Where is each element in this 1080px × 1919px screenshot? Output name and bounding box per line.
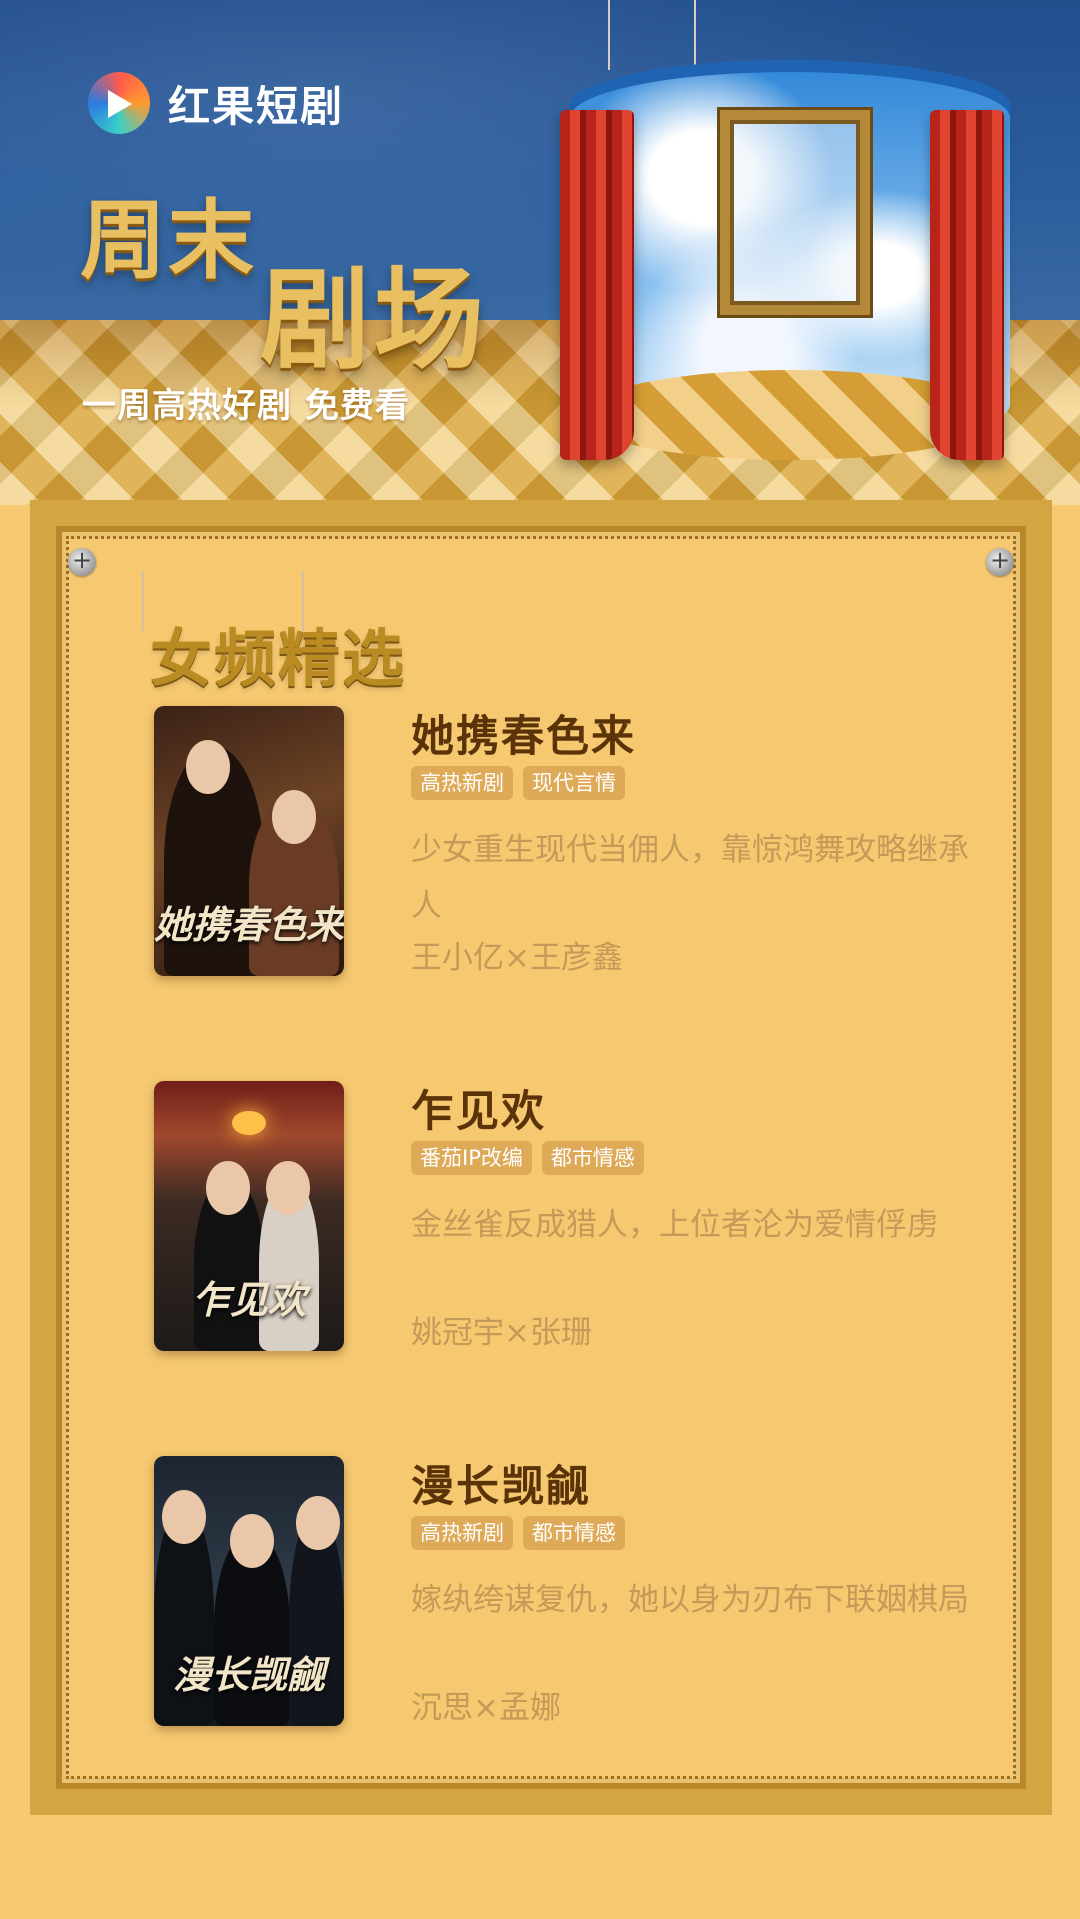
drama-cast: 王小亿×王彦鑫	[411, 940, 623, 976]
section-title: 女频精选	[150, 622, 407, 695]
hero-title-part1: 周末	[80, 190, 256, 291]
hanging-wire	[608, 0, 610, 70]
drama-tags: 番茄IP改编 都市情感	[411, 1141, 644, 1175]
poster-face	[186, 740, 230, 794]
poster-title: 乍见欢	[191, 1277, 306, 1323]
poster-face	[266, 1161, 310, 1215]
drama-tag: 现代言情	[523, 766, 625, 800]
drama-tag: 高热新剧	[411, 766, 513, 800]
drama-tag: 都市情感	[523, 1516, 625, 1550]
drama-poster[interactable]: 她携春色来	[154, 706, 344, 976]
picture-frame	[720, 110, 870, 315]
hero-banner: 红果短剧 周末 剧场 一周高热好剧 免费看	[0, 0, 1080, 505]
hero-subtitle: 一周高热好剧 免费看	[82, 386, 410, 426]
poster-light	[232, 1111, 266, 1135]
poster-face	[162, 1490, 206, 1544]
drama-description: 金丝雀反成猎人，上位者沦为爱情俘虏	[411, 1207, 938, 1243]
drama-list-panel: 女频精选 她携春色来 她携春色来 高热新剧 现代言情 少女重生现代当佣人，靠惊鸿…	[30, 500, 1052, 1815]
drama-card[interactable]: 她携春色来 她携春色来 高热新剧 现代言情 少女重生现代当佣人，靠惊鸿舞攻略继承…	[154, 706, 974, 981]
drama-description: 嫁纨绔谋复仇，她以身为刃布下联姻棋局	[411, 1582, 969, 1618]
drama-card[interactable]: 漫长觊觎 漫长觊觎 高热新剧 都市情感 嫁纨绔谋复仇，她以身为刃布下联姻棋局 沉…	[154, 1456, 974, 1731]
brand-logo[interactable]: 红果短剧	[88, 72, 344, 134]
drama-cast: 沉思×孟娜	[411, 1690, 561, 1726]
drama-card[interactable]: 乍见欢 乍见欢 番茄IP改编 都市情感 金丝雀反成猎人，上位者沦为爱情俘虏 姚冠…	[154, 1081, 974, 1356]
poster-title: 漫长觊觎	[172, 1652, 325, 1698]
red-curtain-left	[560, 110, 634, 460]
drama-poster[interactable]: 漫长觊觎	[154, 1456, 344, 1726]
stage-illustration	[560, 0, 1020, 470]
drama-title[interactable]: 她携春色来	[411, 702, 636, 764]
screw-icon	[68, 546, 96, 576]
drama-tags: 高热新剧 都市情感	[411, 1516, 625, 1550]
hanging-wire	[142, 571, 144, 631]
poster-face	[206, 1161, 250, 1215]
drama-description: 少女重生现代当佣人，靠惊鸿舞攻略继承人	[411, 832, 969, 924]
hero-title-part2: 剧场	[260, 255, 488, 384]
drama-poster[interactable]: 乍见欢	[154, 1081, 344, 1351]
poster-face	[230, 1514, 274, 1568]
drama-tag: 高热新剧	[411, 1516, 513, 1550]
drama-title[interactable]: 乍见欢	[411, 1077, 546, 1139]
drama-cast: 姚冠宇×张珊	[411, 1315, 592, 1351]
drama-tags: 高热新剧 现代言情	[411, 766, 625, 800]
page-footer-background	[0, 1815, 1080, 1919]
red-curtain-right	[930, 110, 1004, 460]
play-logo-icon	[88, 72, 150, 134]
poster-face	[296, 1496, 340, 1550]
hero-title: 周末 剧场	[80, 170, 540, 384]
drama-title[interactable]: 漫长觊觎	[411, 1452, 591, 1514]
screw-icon	[986, 546, 1014, 576]
poster-title: 她携春色来	[154, 902, 344, 948]
drama-tag: 番茄IP改编	[411, 1141, 532, 1175]
drama-tag: 都市情感	[541, 1141, 644, 1175]
brand-name: 红果短剧	[168, 81, 345, 131]
poster-face	[272, 790, 316, 844]
